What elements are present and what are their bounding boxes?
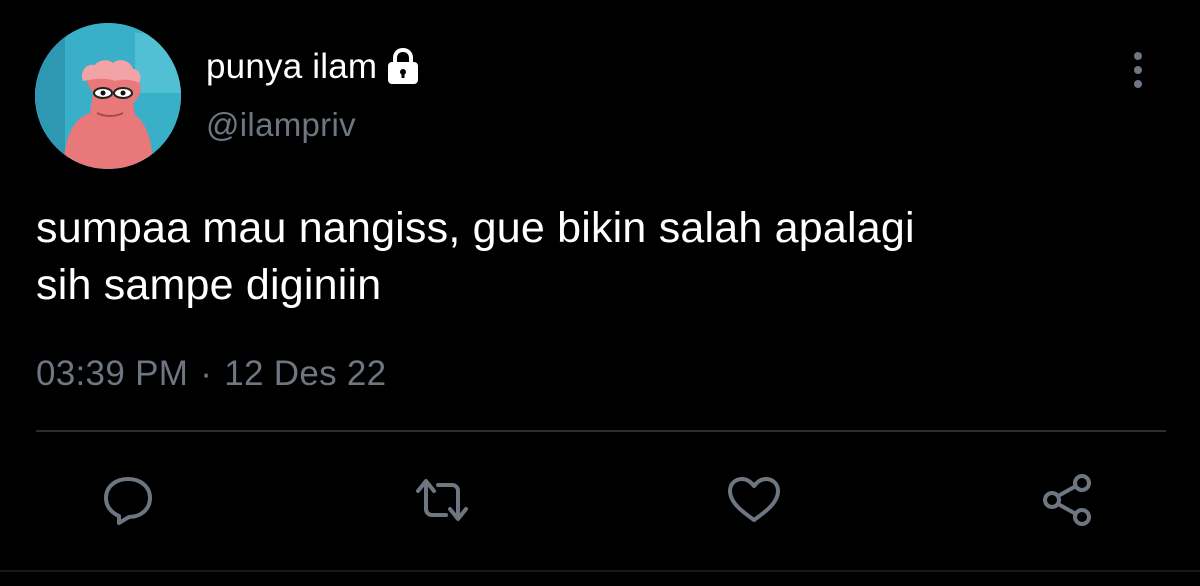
tweet-date: 12 Des 22 [224, 354, 387, 393]
more-options-icon[interactable] [1124, 50, 1152, 90]
tweet-time: 03:39 PM [36, 354, 189, 393]
retweet-button[interactable] [412, 470, 472, 530]
user-handle[interactable]: @ilampriv [206, 106, 356, 144]
display-name-row: punya ilam [206, 42, 421, 92]
like-button[interactable] [724, 470, 784, 530]
meta-separator: · [200, 354, 213, 393]
lock-icon [385, 47, 421, 86]
share-icon [1040, 472, 1096, 528]
tweet-text-line-2: sih sampe diginiin [36, 261, 382, 309]
heart-icon [726, 474, 782, 526]
action-bar [0, 470, 1200, 530]
display-name[interactable]: punya ilam [206, 47, 377, 87]
tweet-text: sumpaa mau nangiss, gue bikin salah apal… [36, 200, 1166, 314]
reply-button[interactable] [98, 470, 158, 530]
avatar-image [35, 23, 181, 169]
bottom-divider [0, 570, 1200, 572]
share-button[interactable] [1038, 470, 1098, 530]
avatar[interactable] [35, 23, 181, 169]
tweet-text-line-1: sumpaa mau nangiss, gue bikin salah apal… [36, 204, 915, 252]
retweet-icon [412, 473, 472, 527]
tweet-card: punya ilam @ilampriv sumpaa mau nangiss,… [0, 0, 1200, 586]
comment-icon [101, 473, 155, 527]
tweet-timestamp[interactable]: 03:39 PM · 12 Des 22 [36, 354, 386, 394]
divider [36, 430, 1166, 432]
